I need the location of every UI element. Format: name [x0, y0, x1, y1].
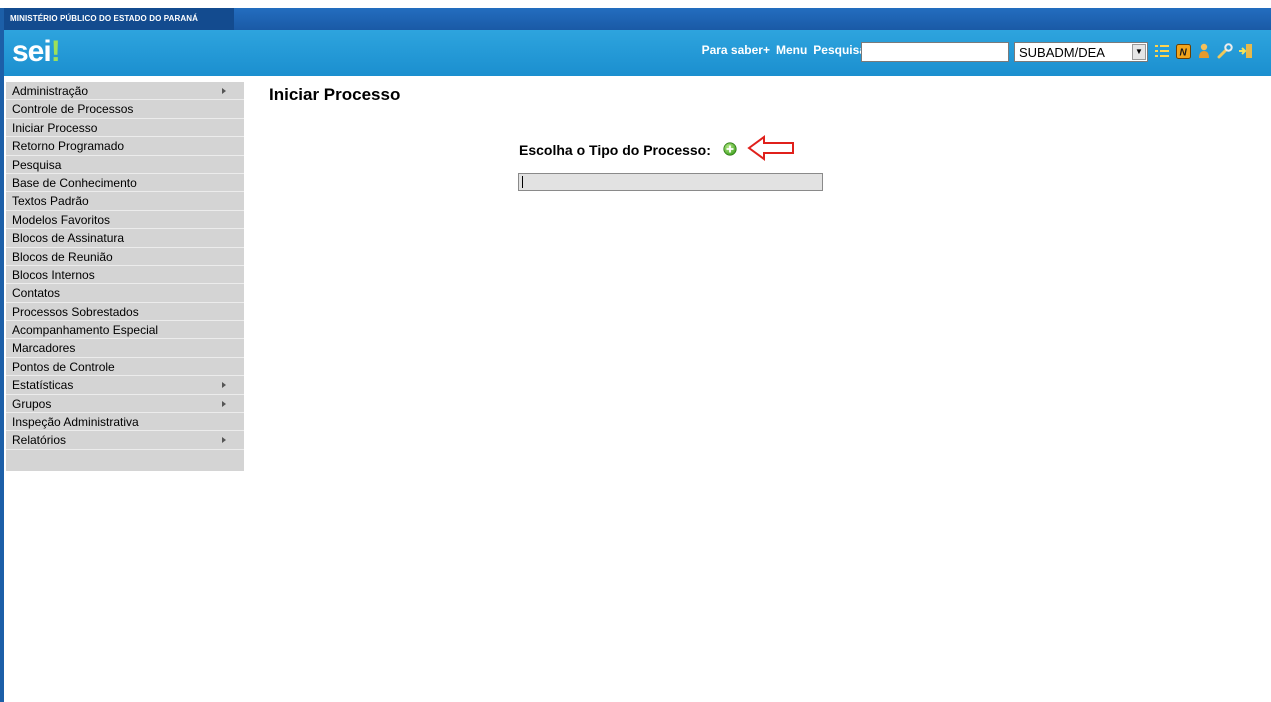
- submenu-arrow-icon: [222, 437, 226, 444]
- sidebar-item-modelos-favoritos[interactable]: Modelos Favoritos: [6, 211, 244, 230]
- unit-select[interactable]: SUBADM/DEA ▼: [1014, 42, 1148, 62]
- sidebar-item-blocos-de-assinatura[interactable]: Blocos de Assinatura: [6, 229, 244, 248]
- choose-type-label: Escolha o Tipo do Processo:: [519, 142, 711, 158]
- sei-logo[interactable]: sei!: [12, 35, 61, 69]
- toolbar-icons: N: [1154, 42, 1254, 60]
- submenu-arrow-icon: [222, 400, 226, 407]
- sidebar-item-retorno-programado[interactable]: Retorno Programado: [6, 137, 244, 156]
- sidebar-item-pesquisa[interactable]: Pesquisa: [6, 156, 244, 174]
- sidebar-item-label: Relatórios: [12, 433, 67, 448]
- sidebar-item-inspecao-administrativa[interactable]: Inspeção Administrativa: [6, 413, 244, 432]
- tools-icon[interactable]: [1217, 42, 1233, 60]
- submenu-arrow-icon: [222, 88, 226, 94]
- add-circle-icon[interactable]: [723, 142, 737, 161]
- notes-icon[interactable]: N: [1175, 42, 1191, 60]
- sidebar-item-label: Grupos: [12, 396, 52, 411]
- sidebar-item-base-de-conhecimento[interactable]: Base de Conhecimento: [6, 174, 244, 193]
- sidebar-item-label: Retorno Programado: [12, 139, 125, 154]
- sidebar-item-label: Pontos de Controle: [12, 359, 115, 374]
- user-icon[interactable]: [1196, 42, 1212, 60]
- sidebar-item-label: Pesquisa: [12, 157, 62, 172]
- svg-text:N: N: [1179, 47, 1187, 58]
- sidebar-item-label: Contatos: [12, 286, 61, 301]
- page-title: Iniciar Processo: [269, 85, 401, 104]
- sidebar-item-label: Controle de Processos: [12, 102, 134, 117]
- org-name: MINISTÉRIO PÚBLICO DO ESTADO DO PARANÁ: [4, 8, 234, 30]
- sidebar-item-acompanhamento-especial[interactable]: Acompanhamento Especial: [6, 321, 244, 340]
- sidebar-item-label: Inspeção Administrativa: [12, 415, 139, 430]
- sidebar-item-label: Processos Sobrestados: [12, 304, 139, 319]
- menu-link[interactable]: Menu: [776, 43, 807, 57]
- search-input[interactable]: [861, 42, 1009, 62]
- text-caret: [522, 176, 523, 188]
- saber-mais-link[interactable]: Para saber+: [702, 43, 770, 57]
- sidebar-item-label: Acompanhamento Especial: [12, 323, 159, 338]
- sidebar-item-label: Blocos Internos: [12, 267, 95, 282]
- sidebar-item-marcadores[interactable]: Marcadores: [6, 339, 244, 358]
- sidebar-item-controle-de-processos[interactable]: Controle de Processos: [6, 100, 244, 119]
- sidebar-item-label: Iniciar Processo: [12, 120, 98, 135]
- sidebar-item-administracao[interactable]: Administração: [6, 82, 244, 101]
- sidebar-item-label: Estatísticas: [12, 378, 74, 393]
- sidebar-item-processos-sobrestados[interactable]: Processos Sobrestados: [6, 303, 244, 322]
- sidebar-menu: Administração Controle de Processos Inic…: [6, 82, 244, 471]
- sidebar-item-estatisticas[interactable]: Estatísticas: [6, 376, 244, 395]
- sidebar-item-label: Marcadores: [12, 341, 76, 356]
- sidebar-item-relatorios[interactable]: Relatórios: [6, 431, 244, 450]
- sidebar-item-label: Blocos de Assinatura: [12, 231, 125, 246]
- exit-icon[interactable]: [1238, 42, 1254, 60]
- list-view-icon[interactable]: [1154, 42, 1170, 60]
- process-type-input[interactable]: [518, 173, 823, 191]
- annotation-arrow-icon: [746, 133, 796, 168]
- left-border: [0, 8, 4, 702]
- submenu-arrow-icon: [222, 382, 226, 389]
- sidebar-item-blocos-de-reuniao[interactable]: Blocos de Reunião: [6, 248, 244, 266]
- sidebar-item-label: Blocos de Reunião: [12, 249, 113, 264]
- sidebar-item-label: Textos Padrão: [12, 194, 89, 209]
- sidebar-item-grupos[interactable]: Grupos: [6, 395, 244, 414]
- sidebar-item-label: Base de Conhecimento: [12, 175, 137, 190]
- unit-selected-value: SUBADM/DEA: [1019, 45, 1105, 60]
- sidebar-item-pontos-de-controle[interactable]: Pontos de Controle: [6, 358, 244, 377]
- sidebar-item-contatos[interactable]: Contatos: [6, 284, 244, 303]
- header-bar: sei! Para saber+ Menu Pesquisa SUBADM/DE…: [4, 30, 1271, 76]
- sidebar-item-iniciar-processo[interactable]: Iniciar Processo: [6, 119, 244, 138]
- sidebar-item-textos-padrao[interactable]: Textos Padrão: [6, 192, 244, 211]
- logo-text: sei: [12, 35, 52, 68]
- dropdown-arrow-icon[interactable]: ▼: [1132, 44, 1146, 60]
- pesquisa-link[interactable]: Pesquisa: [813, 43, 866, 57]
- logo-accent: !: [50, 35, 61, 68]
- sidebar-item-blocos-internos[interactable]: Blocos Internos: [6, 266, 244, 285]
- sidebar-item-label: Administração: [12, 84, 89, 98]
- header-links: Para saber+ Menu Pesquisa: [702, 43, 866, 57]
- sidebar-item-label: Modelos Favoritos: [12, 212, 111, 227]
- org-bar: MINISTÉRIO PÚBLICO DO ESTADO DO PARANÁ: [4, 8, 1271, 30]
